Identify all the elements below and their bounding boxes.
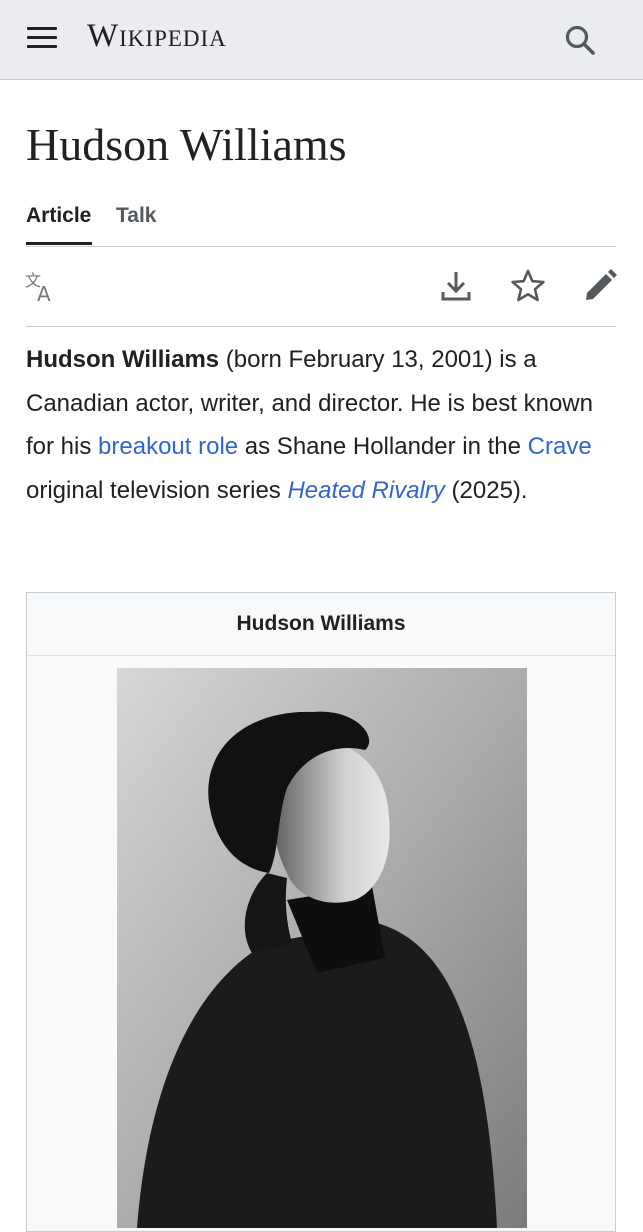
intro-text-2: as Shane Hollander in the — [238, 433, 528, 460]
page-title: Hudson Williams — [26, 119, 347, 170]
active-tab-indicator — [26, 242, 92, 245]
download-icon[interactable] — [438, 268, 474, 304]
intro-text-4: (2025). — [444, 476, 528, 504]
svg-text:A: A — [37, 282, 51, 304]
link-crave[interactable]: Crave — [528, 433, 592, 460]
link-heated-rivalry-text[interactable]: Heated Rivalry — [287, 477, 444, 504]
infobox-caption: Hudson Williams — [27, 593, 615, 656]
infobox: Hudson Williams — [26, 592, 616, 1232]
hamburger-menu-icon[interactable] — [27, 27, 57, 53]
page-tabs: Article Talk — [26, 198, 616, 247]
tab-article[interactable]: Article — [26, 204, 91, 228]
site-header: Wikipedia — [0, 0, 643, 80]
search-icon[interactable] — [562, 22, 598, 58]
link-breakout-role[interactable]: breakout role — [98, 433, 238, 460]
article-intro-paragraph: Hudson Williams (born February 13, 2001)… — [26, 338, 616, 512]
star-icon[interactable] — [510, 268, 546, 304]
wikipedia-wordmark[interactable]: Wikipedia — [87, 18, 227, 55]
intro-text-3: original television series — [26, 476, 288, 504]
link-heated-rivalry[interactable]: Heated Rivalry — [287, 477, 444, 504]
tab-talk[interactable]: Talk — [116, 204, 156, 228]
portrait-photo[interactable] — [117, 668, 527, 1228]
edit-pencil-icon[interactable] — [582, 268, 618, 304]
page-actions-toolbar: 文 A — [24, 262, 618, 327]
language-icon[interactable]: 文 A — [24, 268, 60, 304]
subject-name: Hudson Williams — [26, 346, 220, 373]
